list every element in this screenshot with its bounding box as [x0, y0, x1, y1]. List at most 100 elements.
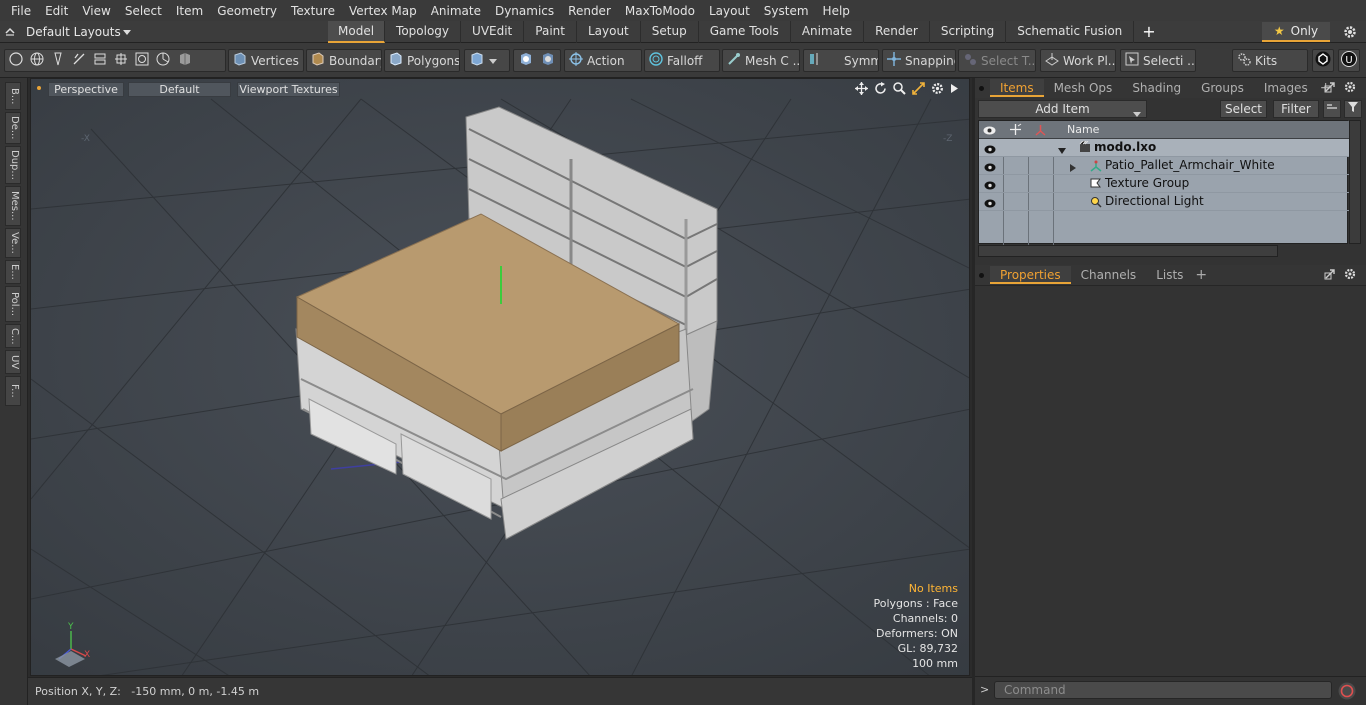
filter-button[interactable]: Filter: [1273, 100, 1319, 118]
left-tab-polygon[interactable]: Pol...: [5, 286, 21, 322]
list-item[interactable]: Patio_Pallet_Armchair_White: [979, 157, 1349, 175]
eye-icon[interactable]: [984, 179, 996, 190]
gear-icon[interactable]: [1340, 23, 1360, 41]
list-item[interactable]: Texture Group: [979, 175, 1349, 193]
viewport-textures-button[interactable]: Viewport Textures: [237, 82, 340, 97]
mesh-constraint-button[interactable]: Mesh C ...: [722, 49, 800, 72]
tab-mesh-ops[interactable]: Mesh Ops: [1044, 79, 1123, 97]
left-tab-deform[interactable]: De...: [5, 112, 21, 144]
tab-paint[interactable]: Paint: [524, 21, 577, 43]
menu-edit[interactable]: Edit: [38, 4, 75, 18]
funnel-button[interactable]: [1344, 100, 1362, 118]
menu-render[interactable]: Render: [561, 4, 618, 18]
tab-lists[interactable]: Lists: [1146, 266, 1193, 284]
list-item[interactable]: Directional Light: [979, 193, 1349, 211]
left-tab-mesh-edit[interactable]: Mes...: [5, 186, 21, 226]
rotate-icon[interactable]: [874, 82, 887, 98]
viewport-gear-icon[interactable]: [931, 82, 944, 98]
left-tab-edge[interactable]: E...: [5, 260, 21, 284]
left-tab-vertex[interactable]: Ve...: [5, 228, 21, 258]
menu-geometry[interactable]: Geometry: [210, 4, 284, 18]
record-icon[interactable]: [1338, 682, 1356, 703]
unity-button[interactable]: [1312, 49, 1334, 72]
expand-icon[interactable]: [1324, 81, 1336, 96]
zoom-icon[interactable]: [893, 82, 906, 98]
only-button[interactable]: ★ Only: [1262, 22, 1330, 42]
left-tab-uv[interactable]: UV: [5, 350, 21, 374]
globe-icon[interactable]: [30, 52, 44, 69]
left-tab-basic[interactable]: B...: [5, 82, 21, 110]
menu-item[interactable]: Item: [169, 4, 210, 18]
menu-texture[interactable]: Texture: [284, 4, 342, 18]
tab-properties[interactable]: Properties: [990, 266, 1071, 284]
shading-button[interactable]: Default: [128, 82, 231, 97]
selection-sets-button[interactable]: Selecti ...: [1120, 49, 1196, 72]
left-tab-fusion[interactable]: F...: [5, 376, 21, 406]
panel-gear-icon[interactable]: [1344, 81, 1356, 96]
snap-box-icon[interactable]: [135, 52, 149, 69]
eye-icon[interactable]: [984, 161, 996, 172]
boundary-button[interactable]: Boundary: [306, 49, 382, 72]
material-alt-icon[interactable]: [540, 51, 556, 70]
tab-setup[interactable]: Setup: [641, 21, 699, 43]
pie-icon[interactable]: [156, 52, 170, 69]
menu-help[interactable]: Help: [816, 4, 857, 18]
pen-icon[interactable]: [51, 52, 65, 69]
view-type-button[interactable]: Perspective: [48, 82, 124, 97]
expand-icon[interactable]: [1324, 268, 1336, 283]
tab-groups[interactable]: Groups: [1191, 79, 1254, 97]
tab-game-tools[interactable]: Game Tools: [699, 21, 791, 43]
menu-maxtomodo[interactable]: MaxToModo: [618, 4, 702, 18]
left-tab-duplicate[interactable]: Dup...: [5, 146, 21, 184]
fit-view-icon[interactable]: [912, 82, 925, 98]
command-input[interactable]: Command: [994, 681, 1332, 699]
select-through-button[interactable]: Select T...: [958, 49, 1036, 72]
circle-select-icon[interactable]: [9, 52, 23, 69]
tab-render[interactable]: Render: [864, 21, 930, 43]
menu-animate[interactable]: Animate: [424, 4, 488, 18]
name-column-header[interactable]: Name: [1067, 123, 1099, 136]
menu-file[interactable]: File: [4, 4, 38, 18]
menu-layout[interactable]: Layout: [702, 4, 757, 18]
tab-topology[interactable]: Topology: [385, 21, 462, 43]
menu-dynamics[interactable]: Dynamics: [488, 4, 561, 18]
tab-animate[interactable]: Animate: [791, 21, 865, 43]
polygons-button[interactable]: Polygons: [384, 49, 460, 72]
brush-icon[interactable]: [72, 52, 86, 69]
3d-viewport[interactable]: -X -Z Y X Perspective Default Viewport T…: [30, 78, 970, 676]
action-center-button[interactable]: Action: [564, 49, 642, 72]
expand-arrow-icon[interactable]: [1070, 161, 1077, 175]
transform-icon[interactable]: [114, 52, 128, 69]
material-icon[interactable]: [518, 51, 534, 70]
work-plane-button[interactable]: Work Pl...: [1040, 49, 1116, 72]
menu-vertex-map[interactable]: Vertex Map: [342, 4, 424, 18]
menu-system[interactable]: System: [757, 4, 816, 18]
left-tab-curve[interactable]: C...: [5, 324, 21, 348]
unreal-button[interactable]: U: [1338, 49, 1360, 72]
tab-channels[interactable]: Channels: [1071, 266, 1147, 284]
menu-select[interactable]: Select: [118, 4, 169, 18]
tab-items[interactable]: Items: [990, 79, 1044, 97]
item-mode-button[interactable]: [464, 49, 510, 72]
pan-icon[interactable]: [855, 82, 868, 98]
cube-shade-icon[interactable]: [177, 51, 193, 70]
list-item[interactable]: modo.lxo: [979, 139, 1349, 157]
layout-collapse-icon[interactable]: [4, 25, 16, 40]
menu-view[interactable]: View: [75, 4, 117, 18]
add-tab-button[interactable]: +: [1134, 21, 1163, 43]
tab-images[interactable]: Images: [1254, 79, 1318, 97]
align-icon[interactable]: [93, 52, 107, 69]
add-tab-plus[interactable]: +: [1195, 267, 1207, 283]
select-button[interactable]: Select: [1220, 100, 1267, 118]
tab-model[interactable]: Model: [328, 21, 386, 43]
eye-icon[interactable]: [984, 197, 996, 208]
falloff-button[interactable]: Falloff: [644, 49, 720, 72]
eye-icon[interactable]: [984, 143, 996, 154]
tab-scripting[interactable]: Scripting: [930, 21, 1007, 43]
panel-gear-icon[interactable]: [1344, 268, 1356, 283]
tab-uvedit[interactable]: UVEdit: [461, 21, 525, 43]
tab-layout[interactable]: Layout: [577, 21, 641, 43]
kits-button[interactable]: Kits: [1232, 49, 1308, 72]
tab-shading[interactable]: Shading: [1122, 79, 1191, 97]
symmetry-button[interactable]: Symm ...: [803, 49, 879, 72]
